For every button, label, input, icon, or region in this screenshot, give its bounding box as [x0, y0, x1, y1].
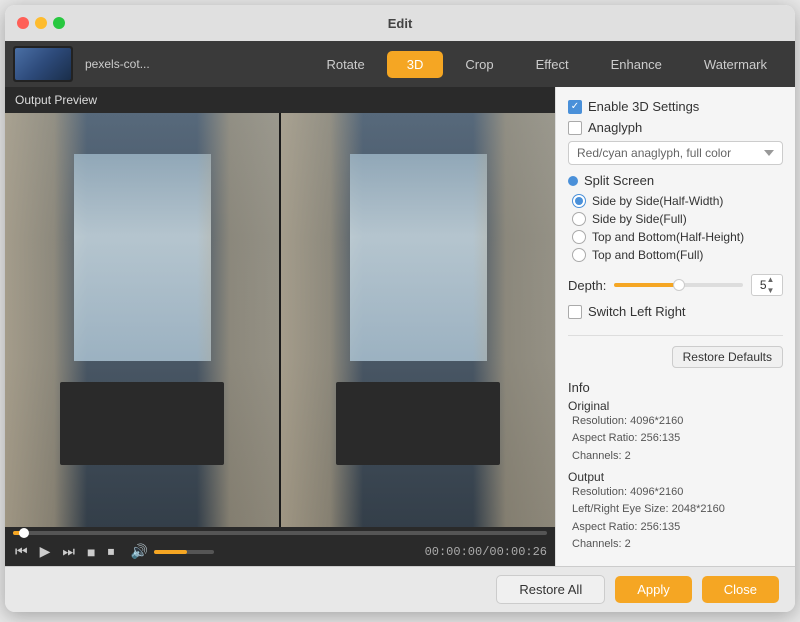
room-scene-left [5, 113, 279, 527]
radio-row-side-half: Side by Side(Half-Width) [568, 194, 783, 208]
info-original-resolution: Resolution: 4096*2160 [568, 413, 783, 431]
preview-label: Output Preview [5, 87, 555, 113]
playback-controls: ⏮ ▶ ⏭ ■ ⏹ 🔊 00:00:00/00:00:26 [13, 541, 547, 562]
info-original-channels: Channels: 2 [568, 448, 783, 466]
apply-button[interactable]: Apply [615, 576, 692, 603]
depth-spinners: ▲ ▼ [767, 274, 775, 296]
preview-area: Output Preview [5, 87, 555, 566]
volume-fill [154, 550, 187, 554]
switch-lr-label: Switch Left Right [588, 304, 686, 319]
radio-top-half-label: Top and Bottom(Half-Height) [592, 230, 744, 244]
main-window: Edit pexels-cot... Rotate 3D Crop Effect… [5, 5, 795, 612]
window-title: Edit [388, 16, 413, 31]
split-screen-dot [568, 176, 578, 186]
info-output-channels: Channels: 2 [568, 536, 783, 554]
thumb-image [15, 48, 71, 80]
radio-side-full[interactable] [572, 212, 586, 226]
anaglyph-label: Anaglyph [588, 120, 642, 135]
toolbar: pexels-cot... Rotate 3D Crop Effect Enha… [5, 41, 795, 87]
split-screen-header: Split Screen [568, 173, 783, 188]
end-button[interactable]: ⏹ [105, 541, 116, 562]
anaglyph-checkbox[interactable] [568, 121, 582, 135]
split-screen-options: Side by Side(Half-Width) Side by Side(Fu… [568, 194, 783, 266]
tv-unit-right [336, 382, 500, 465]
progress-thumb[interactable] [19, 528, 29, 538]
side-panel: Enable 3D Settings Anaglyph Red/cyan ana… [555, 87, 795, 566]
title-bar: Edit [5, 5, 795, 41]
depth-down-button[interactable]: ▼ [767, 285, 775, 296]
skip-forward-button[interactable]: ⏭ [60, 541, 77, 562]
anaglyph-row: Anaglyph [568, 120, 783, 135]
controls-bar: ⏮ ▶ ⏭ ■ ⏹ 🔊 00:00:00/00:00:26 [5, 527, 555, 566]
minimize-window-button[interactable] [35, 17, 47, 29]
stop-button[interactable]: ■ [85, 542, 97, 562]
info-output-resolution: Resolution: 4096*2160 [568, 484, 783, 502]
split-panel-left [5, 113, 279, 527]
radio-row-top-half: Top and Bottom(Half-Height) [568, 230, 783, 244]
tab-navigation: Rotate 3D Crop Effect Enhance Watermark [150, 51, 787, 78]
maximize-window-button[interactable] [53, 17, 65, 29]
close-window-button[interactable] [17, 17, 29, 29]
depth-up-button[interactable]: ▲ [767, 274, 775, 285]
info-title: Info [568, 380, 783, 395]
window-view [74, 154, 211, 361]
enable-3d-row: Enable 3D Settings [568, 99, 783, 114]
info-section: Restore Defaults Info Original Resolutio… [568, 335, 783, 554]
volume-area: 🔊 [128, 541, 213, 562]
tab-effect[interactable]: Effect [516, 51, 589, 78]
info-original-title: Original [568, 399, 783, 413]
split-screen-title: Split Screen [584, 173, 654, 188]
info-original-aspect: Aspect Ratio: 256:135 [568, 430, 783, 448]
room-scene-right [281, 113, 555, 527]
radio-side-half[interactable] [572, 194, 586, 208]
split-panel-right [281, 113, 555, 527]
radio-side-half-label: Side by Side(Half-Width) [592, 194, 723, 208]
radio-row-side-full: Side by Side(Full) [568, 212, 783, 226]
progress-bar[interactable] [13, 531, 547, 535]
tab-rotate[interactable]: Rotate [306, 51, 384, 78]
volume-bar[interactable] [154, 550, 214, 554]
radio-top-full-label: Top and Bottom(Full) [592, 248, 703, 262]
close-button[interactable]: Close [702, 576, 779, 603]
file-thumbnail [13, 46, 73, 82]
tab-crop[interactable]: Crop [445, 51, 513, 78]
enable-3d-checkbox[interactable] [568, 100, 582, 114]
switch-lr-checkbox[interactable] [568, 305, 582, 319]
restore-all-button[interactable]: Restore All [496, 575, 605, 604]
skip-back-button[interactable]: ⏮ [13, 541, 30, 562]
bottom-bar: Restore All Apply Close [5, 566, 795, 612]
radio-side-full-label: Side by Side(Full) [592, 212, 687, 226]
preview-video [5, 113, 555, 527]
file-name-label: pexels-cot... [85, 57, 150, 71]
info-output-eye-size: Left/Right Eye Size: 2048*2160 [568, 501, 783, 519]
radio-row-top-full: Top and Bottom(Full) [568, 248, 783, 262]
tab-3d[interactable]: 3D [387, 51, 444, 78]
radio-top-half[interactable] [572, 230, 586, 244]
anaglyph-dropdown[interactable]: Red/cyan anaglyph, full color [568, 141, 783, 165]
switch-lr-row: Switch Left Right [568, 304, 783, 319]
info-output-title: Output [568, 470, 783, 484]
restore-defaults-button[interactable]: Restore Defaults [672, 346, 783, 368]
main-content: Output Preview [5, 87, 795, 566]
radio-top-full[interactable] [572, 248, 586, 262]
traffic-lights [17, 17, 65, 29]
tab-watermark[interactable]: Watermark [684, 51, 787, 78]
depth-slider[interactable] [614, 283, 743, 287]
volume-icon[interactable]: 🔊 [128, 541, 149, 562]
depth-value-box: 5 ▲ ▼ [751, 274, 783, 296]
time-display: 00:00:00/00:00:26 [425, 545, 547, 559]
depth-row: Depth: 5 ▲ ▼ [568, 274, 783, 296]
enable-3d-label: Enable 3D Settings [588, 99, 699, 114]
tv-unit-left [60, 382, 224, 465]
depth-label: Depth: [568, 278, 606, 293]
info-output-aspect: Aspect Ratio: 256:135 [568, 519, 783, 537]
window-view-2 [350, 154, 487, 361]
tab-enhance[interactable]: Enhance [591, 51, 682, 78]
play-button[interactable]: ▶ [38, 541, 53, 562]
split-screen-preview [5, 113, 555, 527]
depth-value: 5 [760, 278, 767, 292]
